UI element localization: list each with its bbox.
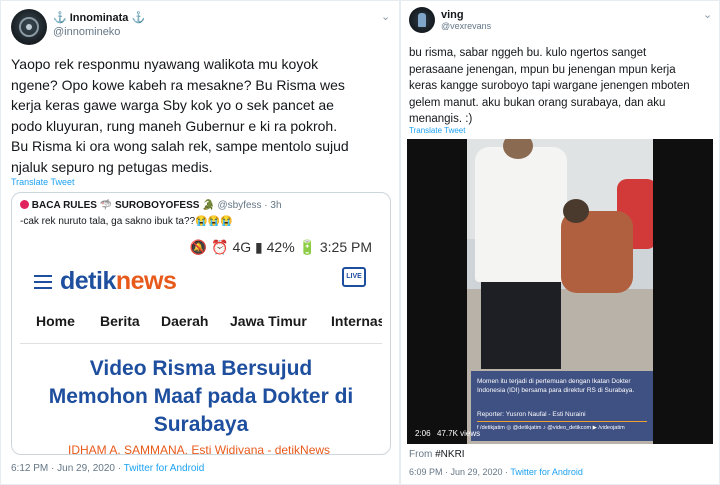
detik-header: detiknews LIVE <box>20 263 382 303</box>
left-tweet: ⚓ Innominata ⚓ @innomineko ⌄ Yaopo rek r… <box>0 0 400 485</box>
video-views: 47.7K views <box>437 429 481 438</box>
video-caption: Momen itu terjadi di pertemuan dengan Ik… <box>471 371 653 441</box>
user-handle[interactable]: @vexrevans <box>441 21 491 31</box>
detik-nav: Home Berita Daerah Jawa Timur Internasio <box>20 313 382 337</box>
translate-link[interactable]: Translate Tweet <box>409 126 465 135</box>
caption-text: Momen itu terjadi di pertemuan dengan Ik… <box>477 378 635 394</box>
source-link[interactable]: Twitter for Android <box>124 463 205 474</box>
translate-link[interactable]: Translate Tweet <box>11 177 75 187</box>
user-handle[interactable]: @innomineko <box>53 26 120 38</box>
nav-item: Daerah <box>161 313 209 329</box>
video-player[interactable]: Momen itu terjadi di pertemuan dengan Ik… <box>407 139 713 444</box>
video-duration: 2:06 <box>415 429 431 438</box>
nav-item: Home <box>36 313 75 329</box>
user-name[interactable]: ving <box>441 9 464 21</box>
live-tv-icon: LIVE <box>342 267 366 287</box>
hamburger-menu-icon <box>34 275 52 289</box>
quote-header: BACA RULES 🦈 SUROBOYOFESS 🐊 @sbyfess · 3… <box>20 200 282 211</box>
headline: Video Risma Bersujud Memohon Maaf pada D… <box>48 357 354 436</box>
right-tweet: ving @vexrevans ⌄ bu risma, sabar nggeh … <box>400 0 720 485</box>
quoted-tweet[interactable]: BACA RULES 🦈 SUROBOYOFESS 🐊 @sbyfess · 3… <box>11 192 391 455</box>
stop-sign-icon <box>20 200 29 209</box>
tweet-text: bu risma, sabar nggeh bu. kulo ngertos s… <box>409 47 690 125</box>
chevron-down-icon[interactable]: ⌄ <box>703 8 712 21</box>
source-link[interactable]: Twitter for Android <box>510 467 583 477</box>
from-line: From #NKRI <box>409 449 465 460</box>
quote-image[interactable]: 🔕 ⏰ 4G ▮ 42% 🔋 3:25 PM detiknews LIVE Ho… <box>20 233 382 455</box>
status-right: 🔕 ⏰ 4G ▮ 42% 🔋 3:25 PM <box>189 239 372 255</box>
quote-user-name: BACA RULES 🦈 SUROBOYOFESS 🐊 <box>31 200 215 211</box>
avatar[interactable] <box>11 9 47 45</box>
tweet-text: Yaopo rek responmu nyawang walikota mu k… <box>11 56 349 175</box>
nav-item: Internasio <box>331 313 382 329</box>
chevron-down-icon[interactable]: ⌄ <box>381 10 390 23</box>
timestamp[interactable]: 6:09 PM · Jun 29, 2020 · <box>409 467 510 477</box>
caption-reporter: Reporter: Yusron Naufal - Esti Nuraini <box>477 411 586 418</box>
phone-status-bar: 🔕 ⏰ 4G ▮ 42% 🔋 3:25 PM <box>20 233 382 261</box>
byline: IDHAM A. SAMMANA, Esti Widiyana - detikN… <box>68 443 331 455</box>
divider <box>20 343 382 344</box>
from-tag[interactable]: #NKRI <box>435 449 464 460</box>
timestamp[interactable]: 6:12 PM · Jun 29, 2020 · <box>11 463 124 474</box>
detik-logo: detiknews <box>60 267 177 295</box>
tweet-meta: 6:09 PM · Jun 29, 2020 · Twitter for And… <box>409 467 583 477</box>
avatar[interactable] <box>409 7 435 33</box>
caption-socials: f /detikjatim ◎ @detikjatim ♪ @video_det… <box>477 425 625 431</box>
quote-user-handle: @sbyfess · 3h <box>217 200 282 211</box>
nav-item: Berita <box>100 313 140 329</box>
tweet-meta: 6:12 PM · Jun 29, 2020 · Twitter for And… <box>11 463 204 474</box>
nav-item: Jawa Timur <box>230 313 307 329</box>
quote-text: -cak rek nuruto tala, ga sakno ibuk ta??… <box>20 216 233 227</box>
user-name[interactable]: ⚓ Innominata ⚓ <box>53 11 145 24</box>
